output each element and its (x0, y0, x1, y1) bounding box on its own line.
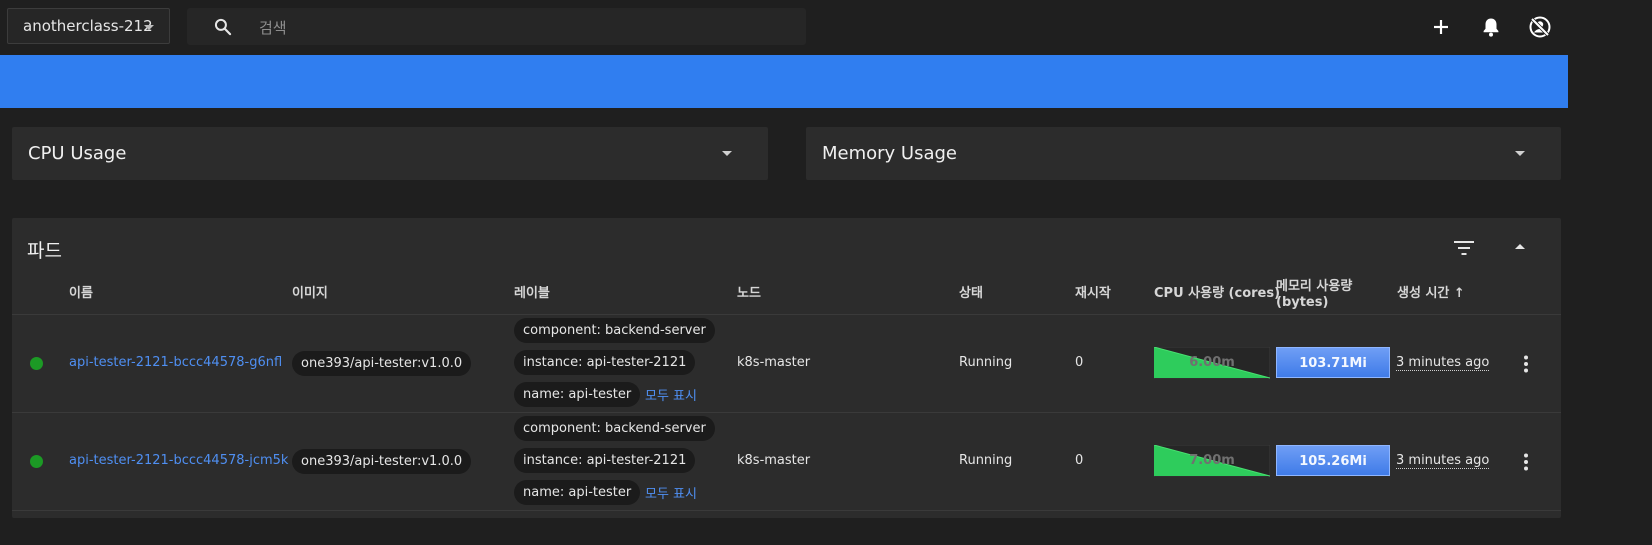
more-vert-icon[interactable] (1523, 355, 1529, 373)
cpu-usage-title: CPU Usage (28, 143, 127, 164)
node-name: k8s-master (737, 355, 811, 370)
avatar-icon[interactable] (1528, 15, 1552, 39)
label-chip: component: backend-server (514, 318, 715, 343)
namespace-label: anotherclass-212 (23, 17, 153, 35)
namespace-selector[interactable]: anotherclass-212 (7, 8, 170, 44)
column-header-node[interactable]: 노드 (737, 286, 761, 302)
chevron-up-icon[interactable] (1512, 239, 1528, 255)
node-name: k8s-master (737, 453, 811, 468)
search-input[interactable] (257, 8, 781, 47)
label-chip: name: api-tester (514, 382, 641, 407)
pods-title: 파드 (27, 240, 62, 262)
pod-status: Running (959, 355, 1013, 370)
label-chip: name: api-tester (514, 480, 641, 505)
column-header-created[interactable]: 생성 시간 ↑ (1397, 286, 1465, 302)
created-age: 3 minutes ago (1396, 453, 1490, 469)
column-header-memory-line2: (bytes) (1276, 295, 1329, 310)
label-chip: component: backend-server (514, 416, 715, 441)
show-all-labels-link[interactable]: 모두 표시 (645, 483, 697, 502)
plus-icon[interactable] (1429, 15, 1453, 39)
memory-bar: 105.26Mi (1276, 445, 1390, 476)
memory-usage-title: Memory Usage (822, 143, 958, 164)
pod-status: Running (959, 453, 1013, 468)
created-age: 3 minutes ago (1396, 355, 1490, 371)
filter-icon[interactable] (1453, 239, 1475, 257)
status-running-icon (30, 455, 43, 468)
image-chip: one393/api-tester:v1.0.0 (292, 449, 472, 474)
page-edge (1568, 55, 1652, 545)
restart-count: 0 (1075, 355, 1084, 370)
column-header-name[interactable]: 이름 (69, 286, 93, 302)
action-banner (0, 55, 1568, 108)
label-chip: instance: api-tester-2121 (514, 350, 696, 375)
column-header-image[interactable]: 이미지 (292, 286, 328, 302)
memory-value: 103.71Mi (1299, 356, 1367, 371)
more-vert-icon[interactable] (1523, 453, 1529, 471)
label-chip: instance: api-tester-2121 (514, 448, 696, 473)
top-bar: anotherclass-212 (0, 0, 1652, 55)
chevron-down-icon (144, 25, 154, 30)
cpu-value: 7.00m (1189, 453, 1235, 468)
table-row: api-tester-2121-bccc44578-jcm5k one393/a… (12, 413, 1561, 510)
show-all-labels-link[interactable]: 모두 표시 (645, 385, 697, 404)
search-bar (187, 8, 806, 47)
chevron-down-icon (722, 151, 732, 156)
bell-icon[interactable] (1479, 15, 1503, 39)
pod-name-link[interactable]: api-tester-2121-bccc44578-jcm5k (69, 453, 288, 468)
column-header-memory-line1: 메모리 사용량 (1276, 279, 1353, 294)
memory-usage-panel[interactable]: Memory Usage (806, 127, 1561, 180)
cpu-sparkline: 6.00m (1153, 346, 1271, 380)
chevron-down-icon (1515, 151, 1525, 156)
pod-name-link[interactable]: api-tester-2121-bccc44578-g6nfl (69, 355, 282, 370)
memory-value: 105.26Mi (1299, 454, 1367, 469)
cpu-value: 6.00m (1189, 355, 1235, 370)
pods-card: 파드 이름 이미지 레이블 노드 상태 재시작 CPU 사용량 (cores) … (12, 218, 1561, 518)
status-running-icon (30, 357, 43, 370)
image-chip: one393/api-tester:v1.0.0 (292, 351, 472, 376)
cpu-sparkline: 7.00m (1153, 444, 1271, 478)
column-header-cpu[interactable]: CPU 사용량 (cores) (1154, 286, 1280, 302)
memory-bar: 103.71Mi (1276, 347, 1390, 378)
cpu-usage-panel[interactable]: CPU Usage (12, 127, 768, 180)
column-header-memory[interactable]: 메모리 사용량 (bytes) (1276, 279, 1352, 311)
column-header-restarts[interactable]: 재시작 (1075, 286, 1111, 302)
table-row: api-tester-2121-bccc44578-g6nfl one393/a… (12, 315, 1561, 412)
row-divider (12, 510, 1561, 511)
column-header-labels: 레이블 (514, 286, 550, 301)
search-icon (214, 18, 232, 36)
column-header-status[interactable]: 상태 (959, 286, 983, 302)
restart-count: 0 (1075, 453, 1084, 468)
